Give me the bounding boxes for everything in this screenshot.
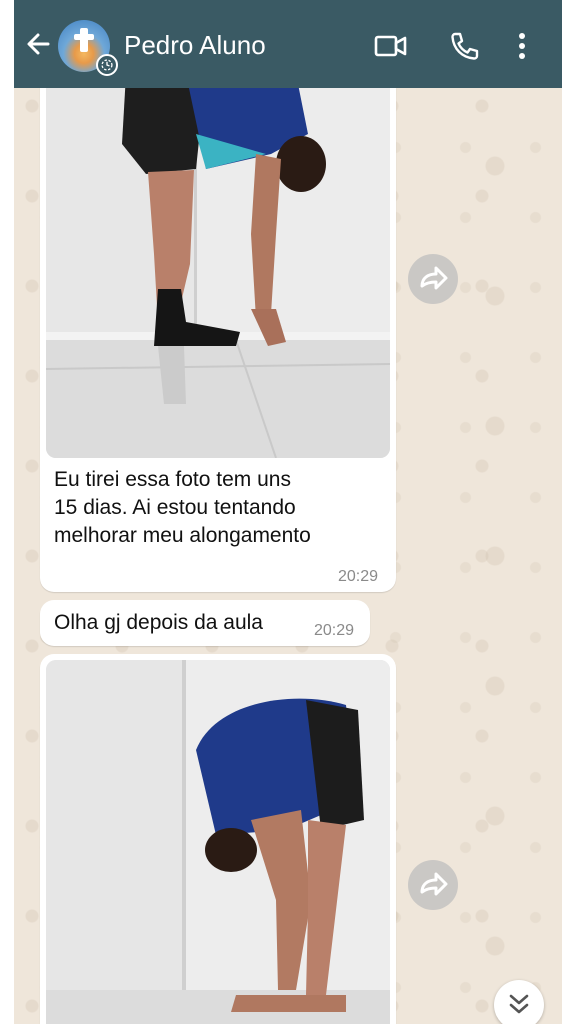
voice-call-icon[interactable] [447, 30, 481, 62]
forward-icon[interactable] [408, 254, 458, 304]
photo-standing-stretch[interactable] [46, 74, 390, 458]
message-text: Olha gj depois da aula [54, 611, 263, 634]
message-bubble-image-caption[interactable]: Eu tirei essa foto tem uns 15 dias. Ai e… [40, 68, 396, 592]
chat-screen: Pedro Aluno Eu tirei essa foto tem uns 1… [14, 0, 562, 1024]
message-list[interactable]: Eu tirei essa foto tem uns 15 dias. Ai e… [14, 68, 562, 1024]
more-options-icon[interactable] [512, 30, 532, 62]
message-bubble-image[interactable] [40, 654, 396, 1024]
message-text-line: melhorar meu alongamento [54, 524, 311, 547]
forward-icon[interactable] [408, 860, 458, 910]
message-timestamp: 20:29 [314, 622, 355, 639]
message-text: Eu tirei essa foto tem uns 15 dias. Ai e… [54, 466, 311, 550]
avatar-cross-bar-shape [74, 34, 94, 40]
message-timestamp: 20:29 [338, 568, 379, 585]
chat-header: Pedro Aluno [14, 0, 562, 88]
photo-forward-fold[interactable] [46, 660, 390, 1024]
photo-standing-stretch-illustration [46, 74, 390, 458]
avatar[interactable] [58, 20, 118, 76]
disappearing-timer-icon [96, 54, 118, 76]
message-text-line: 15 dias. Ai estou tentando [54, 496, 296, 519]
message-bubble-text[interactable]: Olha gj depois da aula 20:29 [40, 600, 370, 646]
double-chevron-down-icon[interactable] [494, 980, 544, 1024]
avatar-cross-shape [80, 28, 88, 52]
message-text-line: Eu tirei essa foto tem uns [54, 468, 291, 491]
photo-forward-fold-illustration [46, 660, 390, 1024]
video-call-icon[interactable] [374, 30, 408, 62]
back-arrow-icon[interactable] [24, 28, 52, 60]
contact-name[interactable]: Pedro Aluno [124, 30, 266, 61]
